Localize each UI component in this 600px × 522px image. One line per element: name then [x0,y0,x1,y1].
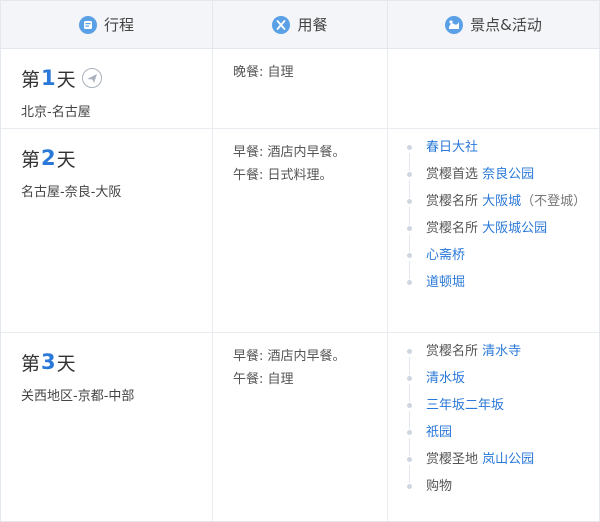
meal-item: 午餐: 日式料理。 [233,168,333,183]
activity-tag: 购物 [426,479,453,494]
header-itinerary-label: 行程 [103,16,134,34]
day-cell: 第2天 名古屋-奈良-大阪 [1,129,212,332]
day-suffix: 天 [56,68,76,91]
meal-item: 晚餐: 自理 [233,65,294,80]
day-row: 第2天 名古屋-奈良-大阪 早餐: 酒店内早餐。 午餐: 日式料理。 春日大社 … [1,129,599,333]
day-title: 第2天 [21,143,212,173]
meals-cell: 早餐: 酒店内早餐。 午餐: 自理 [212,333,387,521]
day-suffix: 天 [56,148,76,171]
activity-link[interactable]: 大阪城公园 [482,221,547,236]
activities-icon [445,15,464,34]
activity-link[interactable]: 三年坂二年坂 [426,398,504,413]
day-number: 3 [41,350,56,374]
activity-item: 赏樱首选 奈良公园 [405,166,599,198]
day-number: 1 [41,66,56,90]
table-header: 行程 用餐 景点&活动 [1,1,599,49]
meals-icon [272,15,291,34]
activity-item: 三年坂二年坂 [405,397,599,429]
header-activities-label: 景点&活动 [470,16,542,34]
day-cell: 第3天 关西地区-京都-中部 [1,333,212,521]
activity-link[interactable]: 岚山公园 [482,452,534,467]
day-prefix: 第 [21,352,41,375]
day-route: 关西地区-京都-中部 [21,389,135,404]
activity-tag: 赏樱圣地 [426,452,483,467]
activities-cell [387,49,599,128]
activities-cell: 赏樱名所 清水寺 清水坂 三年坂二年坂 祇园 赏樱圣地 岚山公园 购物 [387,333,599,521]
itinerary-table: 行程 用餐 景点&活动 第1天 北京-名古屋 晚餐: 自理 第 2 天 名古屋-… [0,0,600,522]
activity-item: 心斋桥 [405,247,599,279]
activity-tag: 赏樱名所 [426,221,483,236]
day-prefix: 第 [21,148,41,171]
activity-link[interactable]: 清水寺 [482,344,521,359]
activities-cell: 春日大社 赏樱首选 奈良公园 赏樱名所 大阪城（不登城） 赏樱名所 大阪城公园 … [387,129,599,332]
activity-link[interactable]: 大阪城 [482,194,521,209]
meal-item: 早餐: 酒店内早餐。 [233,349,346,364]
header-meals: 用餐 [212,1,387,48]
activity-item: 赏樱名所 大阪城（不登城） [405,193,599,225]
header-activities: 景点&活动 [387,1,599,48]
meal-item: 早餐: 酒店内早餐。 [233,145,346,160]
activity-link[interactable]: 奈良公园 [482,167,534,182]
header-itinerary: 行程 [1,1,212,48]
activity-item: 道顿堀 [405,274,599,291]
activity-tag: 赏樱名所 [426,344,483,359]
activity-link[interactable]: 心斋桥 [426,248,465,263]
activity-item: 赏樱名所 清水寺 [405,343,599,375]
activity-item: 祇园 [405,424,599,456]
activity-item: 购物 [405,478,599,495]
meals-cell: 早餐: 酒店内早餐。 午餐: 日式料理。 [212,129,387,332]
activity-tag: 赏樱名所 [426,194,483,209]
day-row: 第1天 北京-名古屋 晚餐: 自理 [1,49,599,129]
header-meals-label: 用餐 [297,16,328,34]
plane-icon [81,68,102,88]
activity-item: 清水坂 [405,370,599,402]
day-number: 2 [41,146,56,170]
itinerary-icon [78,15,97,34]
activity-link[interactable]: 祇园 [426,425,452,440]
day-title: 第3天 [21,347,212,377]
activity-item: 赏樱圣地 岚山公园 [405,451,599,483]
activity-item: 赏樱名所 大阪城公园 [405,220,599,252]
activity-tag: 赏樱首选 [426,167,483,182]
day-prefix: 第 [21,68,41,91]
day-title: 第1天 [21,63,212,93]
meals-cell: 晚餐: 自理 [212,49,387,128]
activity-note: （不登城） [521,194,587,209]
day-route: 北京-名古屋 [21,105,91,120]
day-suffix: 天 [56,352,76,375]
activity-item: 春日大社 [405,139,599,171]
meal-item: 午餐: 自理 [233,372,294,387]
day-row: 第3天 关西地区-京都-中部 早餐: 酒店内早餐。 午餐: 自理 赏樱名所 清水… [1,333,599,521]
day-route: 名古屋-奈良-大阪 [21,185,122,200]
day-cell: 第1天 北京-名古屋 [1,49,212,128]
activity-link[interactable]: 春日大社 [426,140,478,155]
activity-link[interactable]: 清水坂 [426,371,465,386]
activity-link[interactable]: 道顿堀 [426,275,465,290]
